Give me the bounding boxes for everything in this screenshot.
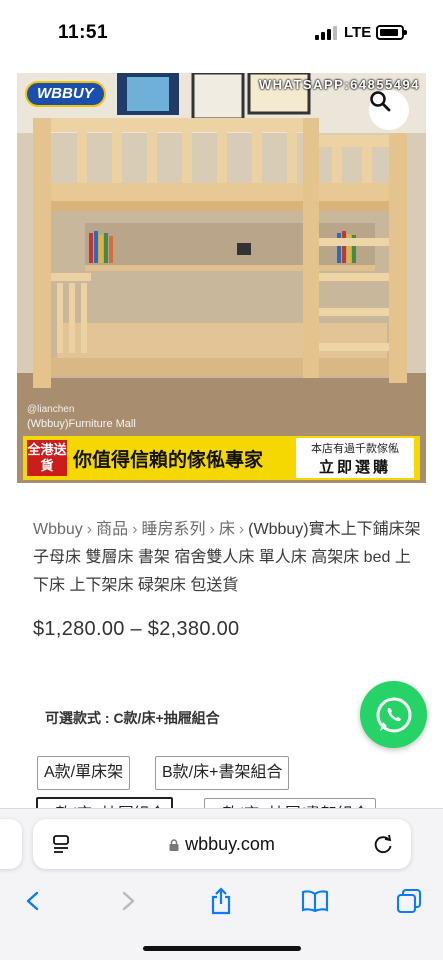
cellular-signal-icon <box>315 26 337 40</box>
variant-label: 可選款式 : C款/床+抽屜組合 <box>45 710 220 726</box>
whatsapp-number-banner: WHATSAPP:64855494 <box>258 77 420 92</box>
breadcrumb-home[interactable]: Wbbuy <box>33 521 83 538</box>
promo-headline: 你值得信賴的傢俬專家 <box>73 449 264 471</box>
variant-option-b[interactable]: B款/床+書架組合 <box>155 756 290 790</box>
bookmarks-button[interactable] <box>295 881 335 921</box>
status-bar: 11:51 LTE <box>0 0 443 68</box>
url-display[interactable]: wbbuy.com <box>33 834 411 855</box>
product-image[interactable]: WBBUY WHATSAPP:64855494 @lianchen (Wbbuy… <box>17 73 426 483</box>
image-watermark-user: @lianchen <box>27 404 75 415</box>
whatsapp-icon <box>376 696 411 733</box>
promo-side-cta: 立即選購 <box>318 459 391 476</box>
promo-side-caption: 本店有過千款傢俬 <box>311 443 399 455</box>
back-button[interactable] <box>13 881 53 921</box>
promo-side-box: 本店有過千款傢俬 立即選購 <box>296 438 414 478</box>
browser-toolbar: wbbuy.com <box>0 808 443 960</box>
breadcrumb: Wbbuy › 商品 › 睡房系列 › 床 › (Wbbuy)實木上下鋪床架 子母床 雙層床 書… <box>33 521 421 594</box>
promo-badge: 全港送貨 <box>27 440 67 476</box>
search-icon <box>370 91 391 112</box>
share-button[interactable] <box>201 881 241 921</box>
image-watermark-store: (Wbbuy)Furniture Mall <box>27 418 136 430</box>
promo-banner: 全港送貨 你值得信賴的傢俬專家 本店有過千款傢俬 立即選購 <box>23 436 420 480</box>
bookmarks-icon <box>301 890 329 913</box>
whatsapp-chat-button[interactable] <box>360 681 427 748</box>
back-icon <box>26 891 39 911</box>
breadcrumb-bedroom[interactable]: 睡房系列 <box>141 521 205 538</box>
battery-icon <box>376 25 407 40</box>
breadcrumb-products[interactable]: 商品 <box>96 521 128 538</box>
previous-tab-edge[interactable] <box>0 819 22 869</box>
share-icon <box>211 887 231 915</box>
tabs-button[interactable] <box>389 881 429 921</box>
network-type: LTE <box>344 24 372 41</box>
variant-option-a[interactable]: A款/單床架 <box>37 756 131 790</box>
tabs-icon <box>396 888 422 914</box>
forward-button[interactable] <box>108 881 148 921</box>
home-indicator[interactable] <box>143 946 301 951</box>
zoom-button[interactable] <box>369 90 409 130</box>
status-time: 11:51 <box>58 22 109 43</box>
address-bar[interactable]: wbbuy.com <box>33 819 411 869</box>
price-range: $1,280.00 – $2,380.00 <box>33 618 240 640</box>
lock-icon <box>169 839 179 851</box>
breadcrumb-beds[interactable]: 床 <box>219 521 235 538</box>
url-text: wbbuy.com <box>185 834 275 854</box>
brand-logo: WBBUY <box>25 81 106 107</box>
browser-nav-row <box>0 881 443 921</box>
forward-icon <box>122 891 135 911</box>
reload-icon[interactable] <box>371 832 395 856</box>
